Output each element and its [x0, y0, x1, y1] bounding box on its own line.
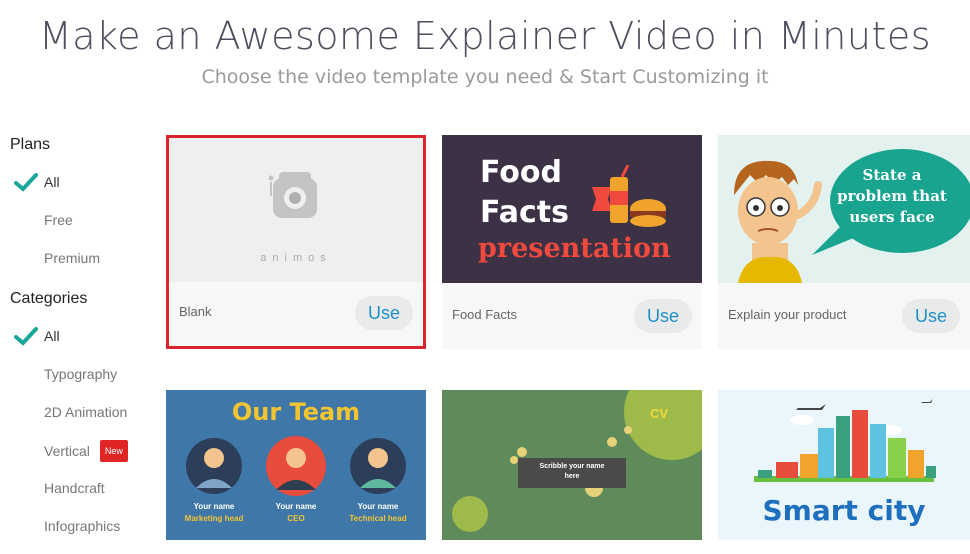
team-member-role: Technical head: [349, 514, 407, 523]
caption-line: here: [564, 473, 580, 480]
template-name: Blank: [179, 304, 212, 319]
team-member-role: CEO: [287, 514, 305, 523]
template-thumbnail: CV Scribble your name here: [442, 390, 702, 540]
category-filter-label: 2D Animation: [44, 404, 128, 420]
template-thumbnail: State a problem that users face: [718, 135, 970, 283]
food-drink-icon: [592, 165, 666, 227]
template-thumbnail: Food Facts presentation: [442, 135, 702, 283]
template-name: Food Facts: [452, 307, 518, 322]
caption-line: Scribble your name: [539, 463, 605, 470]
category-filter-typography[interactable]: Typography: [10, 364, 160, 402]
template-card-our-team[interactable]: Our Team Your name Marketing head Your n…: [166, 390, 426, 540]
categories-heading: Categories: [10, 290, 88, 307]
category-filter-all[interactable]: All: [10, 326, 160, 364]
page-title: Make an Awesome Explainer Video in Minut…: [38, 14, 932, 58]
bubble-line: users face: [849, 208, 935, 226]
team-avatars: [186, 436, 406, 496]
card-footer: Explain your product Use: [718, 285, 970, 349]
card-footer: Blank Use: [169, 282, 423, 346]
plan-filter-all[interactable]: All: [10, 172, 160, 210]
character-illustration: [734, 160, 822, 283]
page-subtitle: Choose the video template you need & Sta…: [201, 66, 769, 88]
plans-heading: Plans: [10, 136, 51, 153]
thumb-text-presentation: presentation: [478, 233, 671, 264]
template-card-smart-city[interactable]: Smart city: [718, 390, 970, 540]
filter-sidebar: Plans All Free Premium Categories All Ty…: [10, 136, 160, 554]
template-thumbnail: animos: [169, 138, 423, 283]
checkmark-icon: [14, 173, 38, 192]
template-card-blank[interactable]: animos Blank Use: [166, 135, 426, 349]
category-filter-2d-animation[interactable]: 2D Animation: [10, 402, 160, 440]
team-member-role: Marketing head: [184, 514, 244, 523]
team-member-name: Your name: [275, 502, 317, 511]
template-thumbnail: Our Team Your name Marketing head Your n…: [166, 390, 426, 540]
team-member-name: Your name: [357, 502, 399, 511]
category-filter-vertical[interactable]: Vertical New: [10, 440, 160, 478]
template-name: Explain your product: [728, 307, 847, 322]
thumb-caption: Scribble your name here: [518, 462, 626, 482]
plan-filter-free[interactable]: Free: [10, 210, 160, 248]
template-thumbnail: Smart city: [718, 390, 970, 540]
category-filter-label: Handcraft: [44, 480, 105, 496]
thumb-title: Our Team: [231, 398, 361, 426]
category-filter-label: Vertical: [44, 443, 90, 459]
thumb-title: Smart city: [762, 494, 926, 527]
speech-bubble-text: State a problem that users face: [822, 165, 962, 228]
card-footer: Food Facts Use: [442, 285, 702, 349]
category-filter-handcraft[interactable]: Handcraft: [10, 478, 160, 516]
thumb-corner-text: CV: [650, 406, 669, 421]
plan-filter-label: All: [44, 174, 60, 190]
category-filter-label: All: [44, 328, 60, 344]
bubble-line: State a: [862, 166, 922, 184]
plan-filter-label: Premium: [44, 250, 101, 266]
use-button[interactable]: Use: [902, 299, 960, 333]
plan-filter-premium[interactable]: Premium: [10, 248, 160, 286]
bubble-line: problem that: [837, 187, 947, 205]
thumb-text-food: Food: [480, 155, 562, 190]
checkmark-icon: [14, 327, 38, 346]
template-card-food-facts[interactable]: Food Facts presentation Food Facts Use: [442, 135, 702, 349]
category-filter-label: Infographics: [44, 518, 121, 534]
thumb-text-facts: Facts: [480, 195, 569, 230]
use-button[interactable]: Use: [355, 296, 413, 330]
new-badge: New: [99, 440, 128, 462]
team-member-name: Your name: [193, 502, 235, 511]
animos-wordmark: animos: [260, 252, 332, 264]
template-card-explain-product[interactable]: State a problem that users face Explain …: [718, 135, 970, 349]
category-filter-infographics[interactable]: Infographics: [10, 516, 160, 554]
category-filter-label: Typography: [44, 366, 118, 382]
template-card-cv[interactable]: CV Scribble your name here: [442, 390, 702, 540]
plan-filter-label: Free: [44, 212, 73, 228]
use-button[interactable]: Use: [634, 299, 692, 333]
